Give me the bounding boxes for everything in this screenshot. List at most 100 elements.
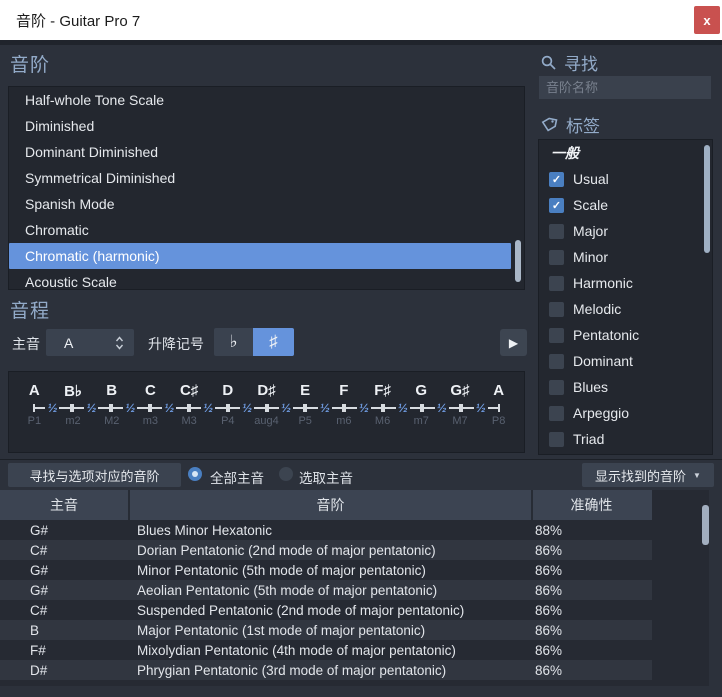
tick-line xyxy=(370,406,382,409)
tick-line xyxy=(190,406,202,409)
tag-item[interactable]: Minor xyxy=(539,244,712,270)
scale-list[interactable]: Half-whole Tone Scale Diminished Dominant … xyxy=(8,86,525,290)
checkbox-icon[interactable] xyxy=(549,405,564,421)
scale-list-item[interactable]: Chromatic xyxy=(9,217,524,243)
cell-scale: Mixolydian Pentatonic (4th mode of major… xyxy=(137,642,456,658)
note-label: C xyxy=(144,382,156,399)
tick-line xyxy=(307,406,318,409)
note-label: G xyxy=(415,382,428,399)
interval-name: m2 xyxy=(65,415,81,427)
note-label: D♯ xyxy=(257,382,276,399)
scale-list-item[interactable]: Chromatic (harmonic) xyxy=(9,243,511,269)
cell-root: G# xyxy=(30,582,49,598)
find-scales-button[interactable]: 寻找与选项对应的音阶 xyxy=(8,463,181,487)
checkbox-icon[interactable] xyxy=(549,249,564,265)
flat-button[interactable]: ♭ xyxy=(214,328,253,356)
tag-item[interactable]: Melodic xyxy=(539,296,712,322)
checkbox-icon[interactable] xyxy=(549,379,564,395)
tag-item[interactable]: Blues xyxy=(539,374,712,400)
results-table-header: 主音 音阶 准确性 xyxy=(0,490,652,520)
cell-scale: Dorian Pentatonic (2nd mode of major pen… xyxy=(137,542,436,558)
scale-list-item[interactable]: Half-whole Tone Scale xyxy=(9,87,524,113)
checkbox-checked-icon[interactable]: ✓ xyxy=(549,171,564,187)
scale-list-item[interactable]: Spanish Mode xyxy=(9,191,524,217)
checkbox-icon[interactable] xyxy=(549,301,564,317)
close-button[interactable]: x xyxy=(694,6,720,34)
radio-picked-tonic[interactable] xyxy=(279,467,293,481)
interval-name: m3 xyxy=(142,415,159,427)
tick-line xyxy=(331,406,343,409)
column-header-accuracy[interactable]: 准确性 xyxy=(533,490,650,520)
tag-item[interactable]: ✓ Usual xyxy=(539,166,712,192)
checkbox-icon[interactable] xyxy=(549,431,564,447)
interval-name: M3 xyxy=(181,415,197,427)
tags-heading: 标签 xyxy=(541,112,600,137)
cell-scale: Phrygian Pentatonic (3rd mode of major p… xyxy=(137,662,447,678)
radio-all-tonics[interactable] xyxy=(188,467,202,481)
tick-line xyxy=(385,406,396,409)
checkbox-checked-icon[interactable]: ✓ xyxy=(549,197,564,213)
half-step-segment: ½ xyxy=(305,401,345,414)
checkbox-icon[interactable] xyxy=(549,327,564,343)
tonic-select[interactable]: A xyxy=(46,329,134,356)
scale-list-item[interactable]: Symmetrical Diminished xyxy=(9,165,524,191)
scale-list-item[interactable]: Dominant Diminished xyxy=(9,139,524,165)
table-row[interactable]: F# Mixolydian Pentatonic (4th mode of maj… xyxy=(0,640,652,660)
tag-item[interactable]: Harmonic xyxy=(539,270,712,296)
table-row[interactable]: G# Minor Pentatonic (5th mode of major pe… xyxy=(0,560,652,580)
table-row[interactable]: G# Aeolian Pentatonic (5th mode of major … xyxy=(0,580,652,600)
checkbox-icon[interactable] xyxy=(549,353,564,369)
tag-item[interactable]: Pentatonic xyxy=(539,322,712,348)
table-row[interactable]: C# Dorian Pentatonic (2nd mode of major p… xyxy=(0,540,652,560)
tag-item-label: Blues xyxy=(573,379,609,395)
tag-list-scrollbar[interactable] xyxy=(704,145,710,253)
half-step-label: ½ xyxy=(125,400,136,415)
sharp-button[interactable]: ♯ xyxy=(253,328,294,356)
search-input[interactable] xyxy=(539,76,711,99)
tick-line xyxy=(268,406,279,409)
checkbox-icon[interactable] xyxy=(549,275,564,291)
note-label: G♯ xyxy=(450,382,470,399)
interval-name: P1 xyxy=(27,415,42,427)
interval-name: M6 xyxy=(374,415,391,427)
cell-root: G# xyxy=(30,522,49,538)
column-header-root[interactable]: 主音 xyxy=(0,490,130,520)
cell-root: D# xyxy=(30,662,48,678)
tonic-label: 主音 xyxy=(12,336,40,352)
note-label: B♭ xyxy=(64,383,82,400)
cell-root: G# xyxy=(30,562,49,578)
half-step-label: ½ xyxy=(203,400,214,415)
tag-item[interactable]: Triad xyxy=(539,426,712,452)
cell-scale: Major Pentatonic (1st mode of major pent… xyxy=(137,622,426,638)
cell-accuracy: 88% xyxy=(535,522,563,538)
table-row[interactable]: G# Blues Minor Hexatonic 88% xyxy=(0,520,652,540)
interval-name: P4 xyxy=(221,415,235,427)
tag-item-label: Minor xyxy=(573,249,609,265)
scale-list-item[interactable]: Diminished xyxy=(9,113,524,139)
tag-item[interactable]: ✓ Scale xyxy=(539,192,712,218)
flat-icon: ♭ xyxy=(229,332,238,351)
play-button[interactable]: ▶ xyxy=(500,329,527,356)
tick-line xyxy=(463,406,474,409)
results-scrollbar[interactable] xyxy=(702,505,709,545)
checkbox-icon[interactable] xyxy=(549,223,564,239)
half-step-label: ½ xyxy=(242,400,253,415)
half-step-segment: ½ xyxy=(149,401,189,414)
table-row[interactable]: D# Phrygian Pentatonic (3rd mode of major… xyxy=(0,660,652,680)
half-step-segment: ½ xyxy=(33,401,72,414)
table-row[interactable]: B Major Pentatonic (1st mode of major pen… xyxy=(0,620,652,640)
scale-list-scrollbar[interactable] xyxy=(515,240,521,282)
cell-scale: Suspended Pentatonic (2nd mode of major … xyxy=(137,602,465,618)
scale-list-item[interactable]: Acoustic Scale xyxy=(9,269,524,289)
tag-list[interactable]: 一般 ✓ Usual ✓ Scale Major Minor Harmonic Melodic P… xyxy=(538,139,713,455)
tag-item[interactable]: Arpeggio xyxy=(539,400,712,426)
column-header-scale[interactable]: 音阶 xyxy=(130,490,533,520)
table-row[interactable]: C# Suspended Pentatonic (2nd mode of majo… xyxy=(0,600,652,620)
results-scrollbar-track[interactable] xyxy=(652,490,709,686)
tag-item-label: Arpeggio xyxy=(573,405,630,421)
accidental-label: 升降记号 xyxy=(148,336,204,352)
tag-item[interactable]: Dominant xyxy=(539,348,712,374)
tag-item-label: Major xyxy=(573,223,609,239)
tag-item[interactable]: Major xyxy=(539,218,712,244)
show-found-scales-button[interactable]: 显示找到的音阶 ▼ xyxy=(582,463,714,487)
